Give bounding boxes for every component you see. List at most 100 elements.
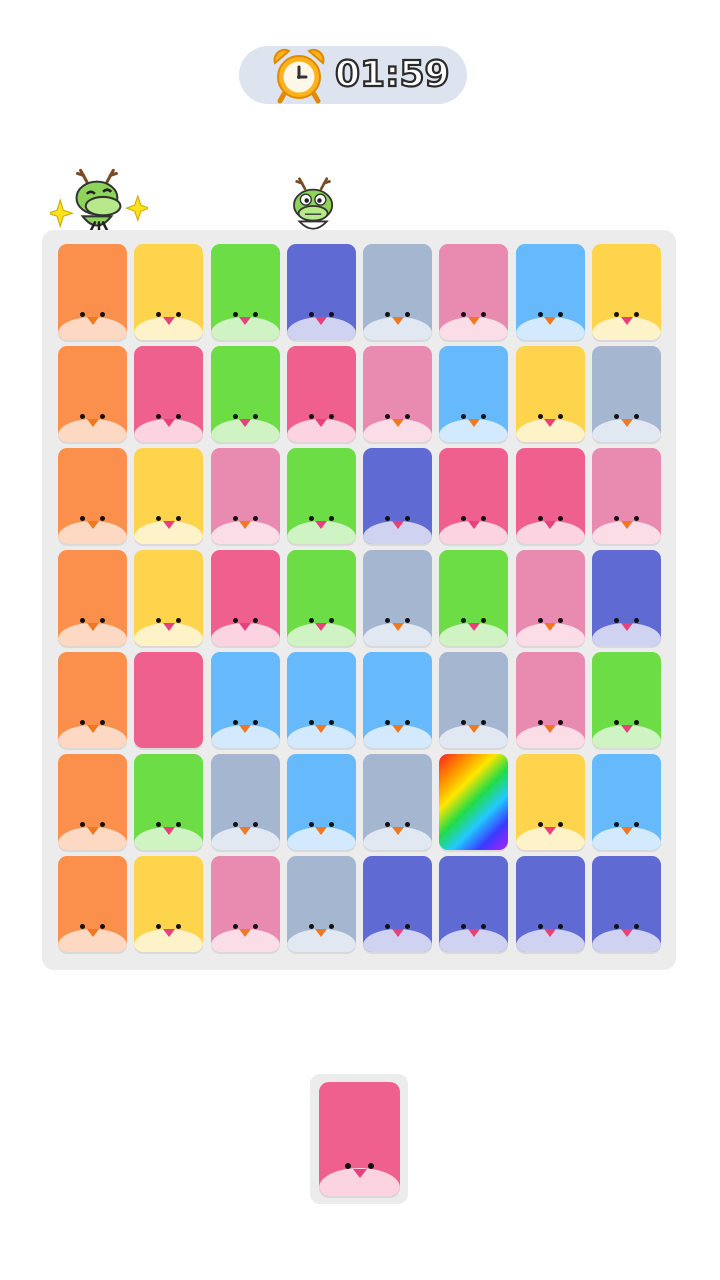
penguin-card[interactable]	[363, 244, 433, 340]
penguin-card[interactable]	[439, 448, 509, 544]
penguin-card[interactable]	[58, 448, 127, 544]
penguin-card[interactable]	[286, 346, 356, 442]
penguin-beak	[315, 317, 328, 325]
penguin-card[interactable]	[439, 652, 509, 748]
penguin-eye	[481, 516, 487, 521]
penguin-card[interactable]	[58, 550, 127, 646]
penguin-eye	[80, 516, 85, 521]
penguin-eye	[634, 720, 640, 725]
penguin-beak	[391, 419, 404, 427]
penguin-card[interactable]	[134, 448, 204, 544]
penguin-card[interactable]	[210, 244, 280, 340]
penguin-beak	[467, 725, 480, 733]
penguin-card[interactable]	[134, 346, 204, 442]
penguin-eye	[328, 312, 334, 317]
penguin-beak	[544, 827, 557, 835]
penguin-eye	[232, 312, 238, 317]
penguin-card[interactable]	[58, 244, 127, 340]
penguin-card[interactable]	[286, 448, 356, 544]
penguin-card[interactable]	[286, 856, 356, 952]
penguin-card[interactable]	[210, 346, 280, 442]
penguin-beak	[620, 521, 633, 529]
penguin-eye	[537, 516, 543, 521]
penguin-card[interactable]	[515, 754, 585, 850]
penguin-beak	[391, 725, 404, 733]
penguin-card[interactable]	[134, 550, 204, 646]
penguin-card[interactable]	[58, 652, 127, 748]
penguin-card[interactable]	[210, 652, 280, 748]
penguin-eye	[80, 312, 85, 317]
penguin-card[interactable]	[58, 754, 127, 850]
penguin-eye	[481, 924, 487, 929]
penguin-card[interactable]	[515, 346, 585, 442]
penguin-card[interactable]	[58, 346, 127, 442]
penguin-card[interactable]	[592, 346, 662, 442]
penguin-eye	[461, 720, 467, 725]
penguin-beak	[391, 317, 404, 325]
penguin-card[interactable]	[592, 448, 662, 544]
penguin-card[interactable]	[210, 754, 280, 850]
penguin-eye	[537, 822, 543, 827]
penguin-card[interactable]	[439, 856, 509, 952]
slot-card[interactable]	[319, 1082, 400, 1196]
penguin-beak	[391, 929, 404, 937]
penguin-card[interactable]	[210, 550, 280, 646]
penguin-eye	[405, 516, 411, 521]
penguin-card[interactable]	[363, 448, 433, 544]
penguin-beak	[86, 725, 99, 733]
penguin-card[interactable]	[286, 244, 356, 340]
penguin-eye	[328, 414, 334, 419]
penguin-card[interactable]	[515, 856, 585, 952]
penguin-card[interactable]	[439, 346, 509, 442]
penguin-eye	[614, 312, 620, 317]
penguin-card[interactable]	[592, 856, 662, 952]
penguin-card[interactable]	[592, 244, 662, 340]
penguin-eye	[614, 720, 620, 725]
penguin-eye	[368, 1163, 374, 1169]
penguin-card[interactable]	[439, 244, 509, 340]
penguin-card[interactable]	[134, 244, 204, 340]
penguin-card[interactable]	[286, 652, 356, 748]
penguin-eye	[405, 822, 411, 827]
penguin-card[interactable]	[363, 652, 433, 748]
penguin-beak	[239, 827, 252, 835]
penguin-card[interactable]	[286, 754, 356, 850]
penguin-beak	[620, 725, 633, 733]
penguin-eye	[405, 312, 411, 317]
penguin-card[interactable]	[439, 550, 509, 646]
penguin-card[interactable]	[58, 856, 127, 952]
penguin-eye	[614, 822, 620, 827]
penguin-card[interactable]	[592, 652, 662, 748]
penguin-card[interactable]	[286, 550, 356, 646]
penguin-card[interactable]	[210, 856, 280, 952]
penguin-beak	[544, 929, 557, 937]
penguin-card[interactable]	[363, 856, 433, 952]
penguin-eye	[345, 1163, 351, 1169]
penguin-card[interactable]	[515, 652, 585, 748]
penguin-eye	[308, 822, 314, 827]
penguin-beak	[620, 419, 633, 427]
penguin-card[interactable]	[134, 652, 204, 748]
penguin-card[interactable]	[134, 856, 204, 952]
penguin-eye	[405, 924, 411, 929]
timer-value: 01:59	[334, 53, 451, 96]
penguin-card[interactable]	[515, 448, 585, 544]
penguin-card[interactable]	[134, 754, 204, 850]
penguin-eye	[634, 618, 640, 623]
penguin-card[interactable]	[363, 550, 433, 646]
penguin-beak	[467, 623, 480, 631]
penguin-card[interactable]	[515, 244, 585, 340]
penguin-card[interactable]	[515, 550, 585, 646]
penguin-eye	[461, 924, 467, 929]
penguin-eye	[481, 312, 487, 317]
penguin-card[interactable]	[363, 754, 433, 850]
dragon-icon	[50, 168, 148, 233]
rainbow-card[interactable]	[439, 754, 509, 850]
penguin-card[interactable]	[210, 448, 280, 544]
penguin-card[interactable]	[363, 346, 433, 442]
penguin-card[interactable]	[592, 550, 662, 646]
penguin-eye	[557, 924, 563, 929]
penguin-eye	[385, 312, 391, 317]
penguin-card[interactable]	[592, 754, 662, 850]
penguin-eye	[80, 414, 85, 419]
